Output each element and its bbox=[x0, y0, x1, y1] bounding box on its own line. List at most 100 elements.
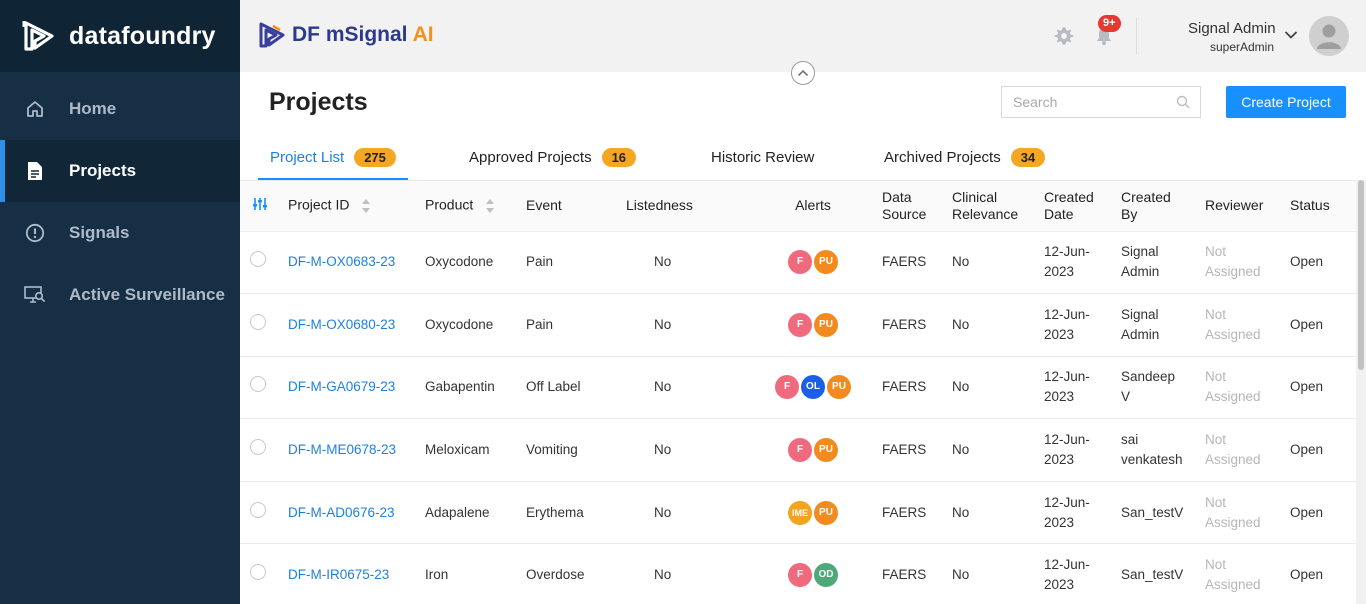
alert-chip[interactable]: PU bbox=[814, 438, 838, 463]
reviewer-cell: Not Assigned bbox=[1205, 293, 1290, 357]
tab-label: Approved Projects bbox=[469, 148, 592, 166]
search-icon[interactable] bbox=[1176, 95, 1190, 109]
alert-chip[interactable]: OD bbox=[814, 563, 838, 588]
sidebar: datafoundry Home Projects Signals Active… bbox=[0, 0, 240, 604]
reviewer-cell: Not Assigned bbox=[1205, 231, 1290, 295]
data-source-cell: FAERS bbox=[882, 293, 952, 357]
reviewer-cell: Not Assigned bbox=[1205, 418, 1290, 482]
table-row[interactable]: DF-M-IR0675-23 Iron Overdose No F OD FAERS No 12… bbox=[240, 543, 1356, 604]
row-select-radio[interactable] bbox=[250, 439, 266, 456]
project-id-link[interactable]: DF-M-AD0676-23 bbox=[288, 505, 395, 520]
created-date-cell: 12-Jun- 2023 bbox=[1044, 293, 1121, 357]
row-select-radio[interactable] bbox=[250, 501, 266, 518]
project-id-link[interactable]: DF-M-OX0680-23 bbox=[288, 317, 395, 332]
column-settings[interactable] bbox=[240, 181, 288, 232]
column-header-event: Event bbox=[526, 181, 626, 232]
tab-historic-review[interactable]: Historic Review bbox=[711, 134, 814, 180]
scrollbar-thumb[interactable] bbox=[1358, 180, 1364, 370]
alerts-cell: F OL PU bbox=[744, 356, 882, 420]
product-cell: Gabapentin bbox=[425, 356, 526, 420]
table-row[interactable]: DF-M-OX0680-23 Oxycodone Pain No F PU FAERS No 1… bbox=[240, 293, 1356, 357]
document-icon bbox=[24, 160, 46, 182]
table-scrollbar[interactable] bbox=[1356, 180, 1366, 604]
alert-chip[interactable]: F bbox=[788, 563, 812, 588]
user-role: superAdmin bbox=[1209, 40, 1274, 54]
project-id-link[interactable]: DF-M-OX0683-23 bbox=[288, 254, 395, 269]
alert-chip[interactable]: PU bbox=[827, 375, 851, 400]
sidebar-item-home[interactable]: Home bbox=[0, 78, 240, 140]
tab-approved-projects[interactable]: Approved Projects 16 bbox=[469, 134, 637, 180]
search-box bbox=[1001, 86, 1201, 118]
row-select-radio[interactable] bbox=[250, 564, 266, 581]
search-input[interactable] bbox=[1002, 87, 1162, 117]
table-row[interactable]: DF-M-AD0676-23 Adapalene Erythema No IME PU FA… bbox=[240, 481, 1356, 545]
row-select-radio[interactable] bbox=[250, 251, 266, 268]
created-date-cell: 12-Jun- 2023 bbox=[1044, 481, 1121, 545]
data-source-cell: FAERS bbox=[882, 543, 952, 604]
product-cell: Oxycodone bbox=[425, 231, 526, 295]
alert-chip[interactable]: OL bbox=[801, 375, 825, 400]
topbar-divider bbox=[1136, 18, 1137, 54]
column-header-reviewer: Reviewer bbox=[1205, 181, 1290, 232]
create-project-button[interactable]: Create Project bbox=[1226, 86, 1346, 118]
clinical-relevance-cell: No bbox=[952, 481, 1044, 545]
product-cell: Meloxicam bbox=[425, 418, 526, 482]
avatar[interactable] bbox=[1309, 16, 1349, 56]
tab-count-badge: 16 bbox=[601, 147, 637, 167]
alert-chip[interactable]: F bbox=[788, 438, 812, 463]
sidebar-item-projects[interactable]: Projects bbox=[0, 140, 240, 202]
brand[interactable]: datafoundry bbox=[0, 0, 240, 72]
table-row[interactable]: DF-M-GA0679-23 Gabapentin Off Label No F OL PU… bbox=[240, 356, 1356, 420]
alerts-cell: F PU bbox=[744, 418, 882, 482]
gear-icon[interactable] bbox=[1054, 26, 1074, 46]
project-id-link[interactable]: DF-M-GA0679-23 bbox=[288, 379, 395, 394]
sort-icon[interactable] bbox=[485, 196, 495, 216]
table-row[interactable]: DF-M-OX0683-23 Oxycodone Pain No F PU FAERS No 1… bbox=[240, 231, 1356, 295]
chevron-down-icon[interactable] bbox=[1284, 30, 1298, 40]
listedness-cell: No bbox=[626, 543, 744, 604]
app-logo[interactable]: DF mSignal AI bbox=[258, 20, 434, 50]
row-select-radio[interactable] bbox=[250, 376, 266, 393]
created-by-cell: San_testV bbox=[1121, 481, 1205, 545]
clinical-relevance-cell: No bbox=[952, 543, 1044, 604]
msignal-logo-icon bbox=[259, 22, 285, 48]
data-source-cell: FAERS bbox=[882, 481, 952, 545]
row-select-radio[interactable] bbox=[250, 313, 266, 330]
tab-archived-projects[interactable]: Archived Projects 34 bbox=[884, 134, 1046, 180]
project-tabs: Project List 275 Approved Projects 16 Hi… bbox=[240, 134, 1366, 180]
home-icon bbox=[24, 98, 46, 120]
column-header-status: Status bbox=[1290, 181, 1356, 232]
sidebar-item-active-surveillance[interactable]: Active Surveillance bbox=[0, 264, 240, 326]
column-header-project-id[interactable]: Project ID bbox=[288, 181, 425, 232]
alert-chip[interactable]: F bbox=[788, 312, 812, 337]
status-cell: Open bbox=[1290, 543, 1356, 604]
created-date-cell: 12-Jun- 2023 bbox=[1044, 356, 1121, 420]
alerts-cell: F PU bbox=[744, 231, 882, 295]
alert-chip[interactable]: IME bbox=[788, 500, 812, 525]
projects-table: Project ID Product Event Listedness Aler… bbox=[240, 181, 1356, 604]
alert-chip[interactable]: F bbox=[775, 375, 799, 400]
collapse-header-button[interactable] bbox=[791, 61, 815, 85]
table-row[interactable]: DF-M-ME0678-23 Meloxicam Vomiting No F PU FAER… bbox=[240, 418, 1356, 482]
user-name[interactable]: Signal Admin bbox=[1188, 20, 1276, 37]
monitor-search-icon bbox=[24, 284, 46, 306]
alert-chip[interactable]: PU bbox=[814, 500, 838, 525]
created-by-cell: sai venkatesh bbox=[1121, 418, 1205, 482]
alert-chip[interactable]: PU bbox=[814, 312, 838, 337]
alert-chip[interactable]: F bbox=[788, 250, 812, 275]
table-body: DF-M-OX0683-23 Oxycodone Pain No F PU FAERS No 1… bbox=[240, 231, 1356, 604]
project-id-link[interactable]: DF-M-IR0675-23 bbox=[288, 567, 389, 582]
column-header-product[interactable]: Product bbox=[425, 181, 526, 232]
listedness-cell: No bbox=[626, 481, 744, 545]
table-header-row: Project ID Product Event Listedness Aler… bbox=[240, 181, 1356, 232]
column-header-listedness: Listedness bbox=[626, 181, 744, 232]
project-id-link[interactable]: DF-M-ME0678-23 bbox=[288, 442, 396, 457]
event-cell: Overdose bbox=[526, 543, 626, 604]
alert-chip[interactable]: PU bbox=[814, 250, 838, 275]
tab-project-list[interactable]: Project List 275 bbox=[258, 134, 408, 180]
status-cell: Open bbox=[1290, 231, 1356, 295]
clinical-relevance-cell: No bbox=[952, 231, 1044, 295]
clinical-relevance-cell: No bbox=[952, 418, 1044, 482]
sidebar-item-signals[interactable]: Signals bbox=[0, 202, 240, 264]
sort-icon[interactable] bbox=[361, 196, 371, 216]
